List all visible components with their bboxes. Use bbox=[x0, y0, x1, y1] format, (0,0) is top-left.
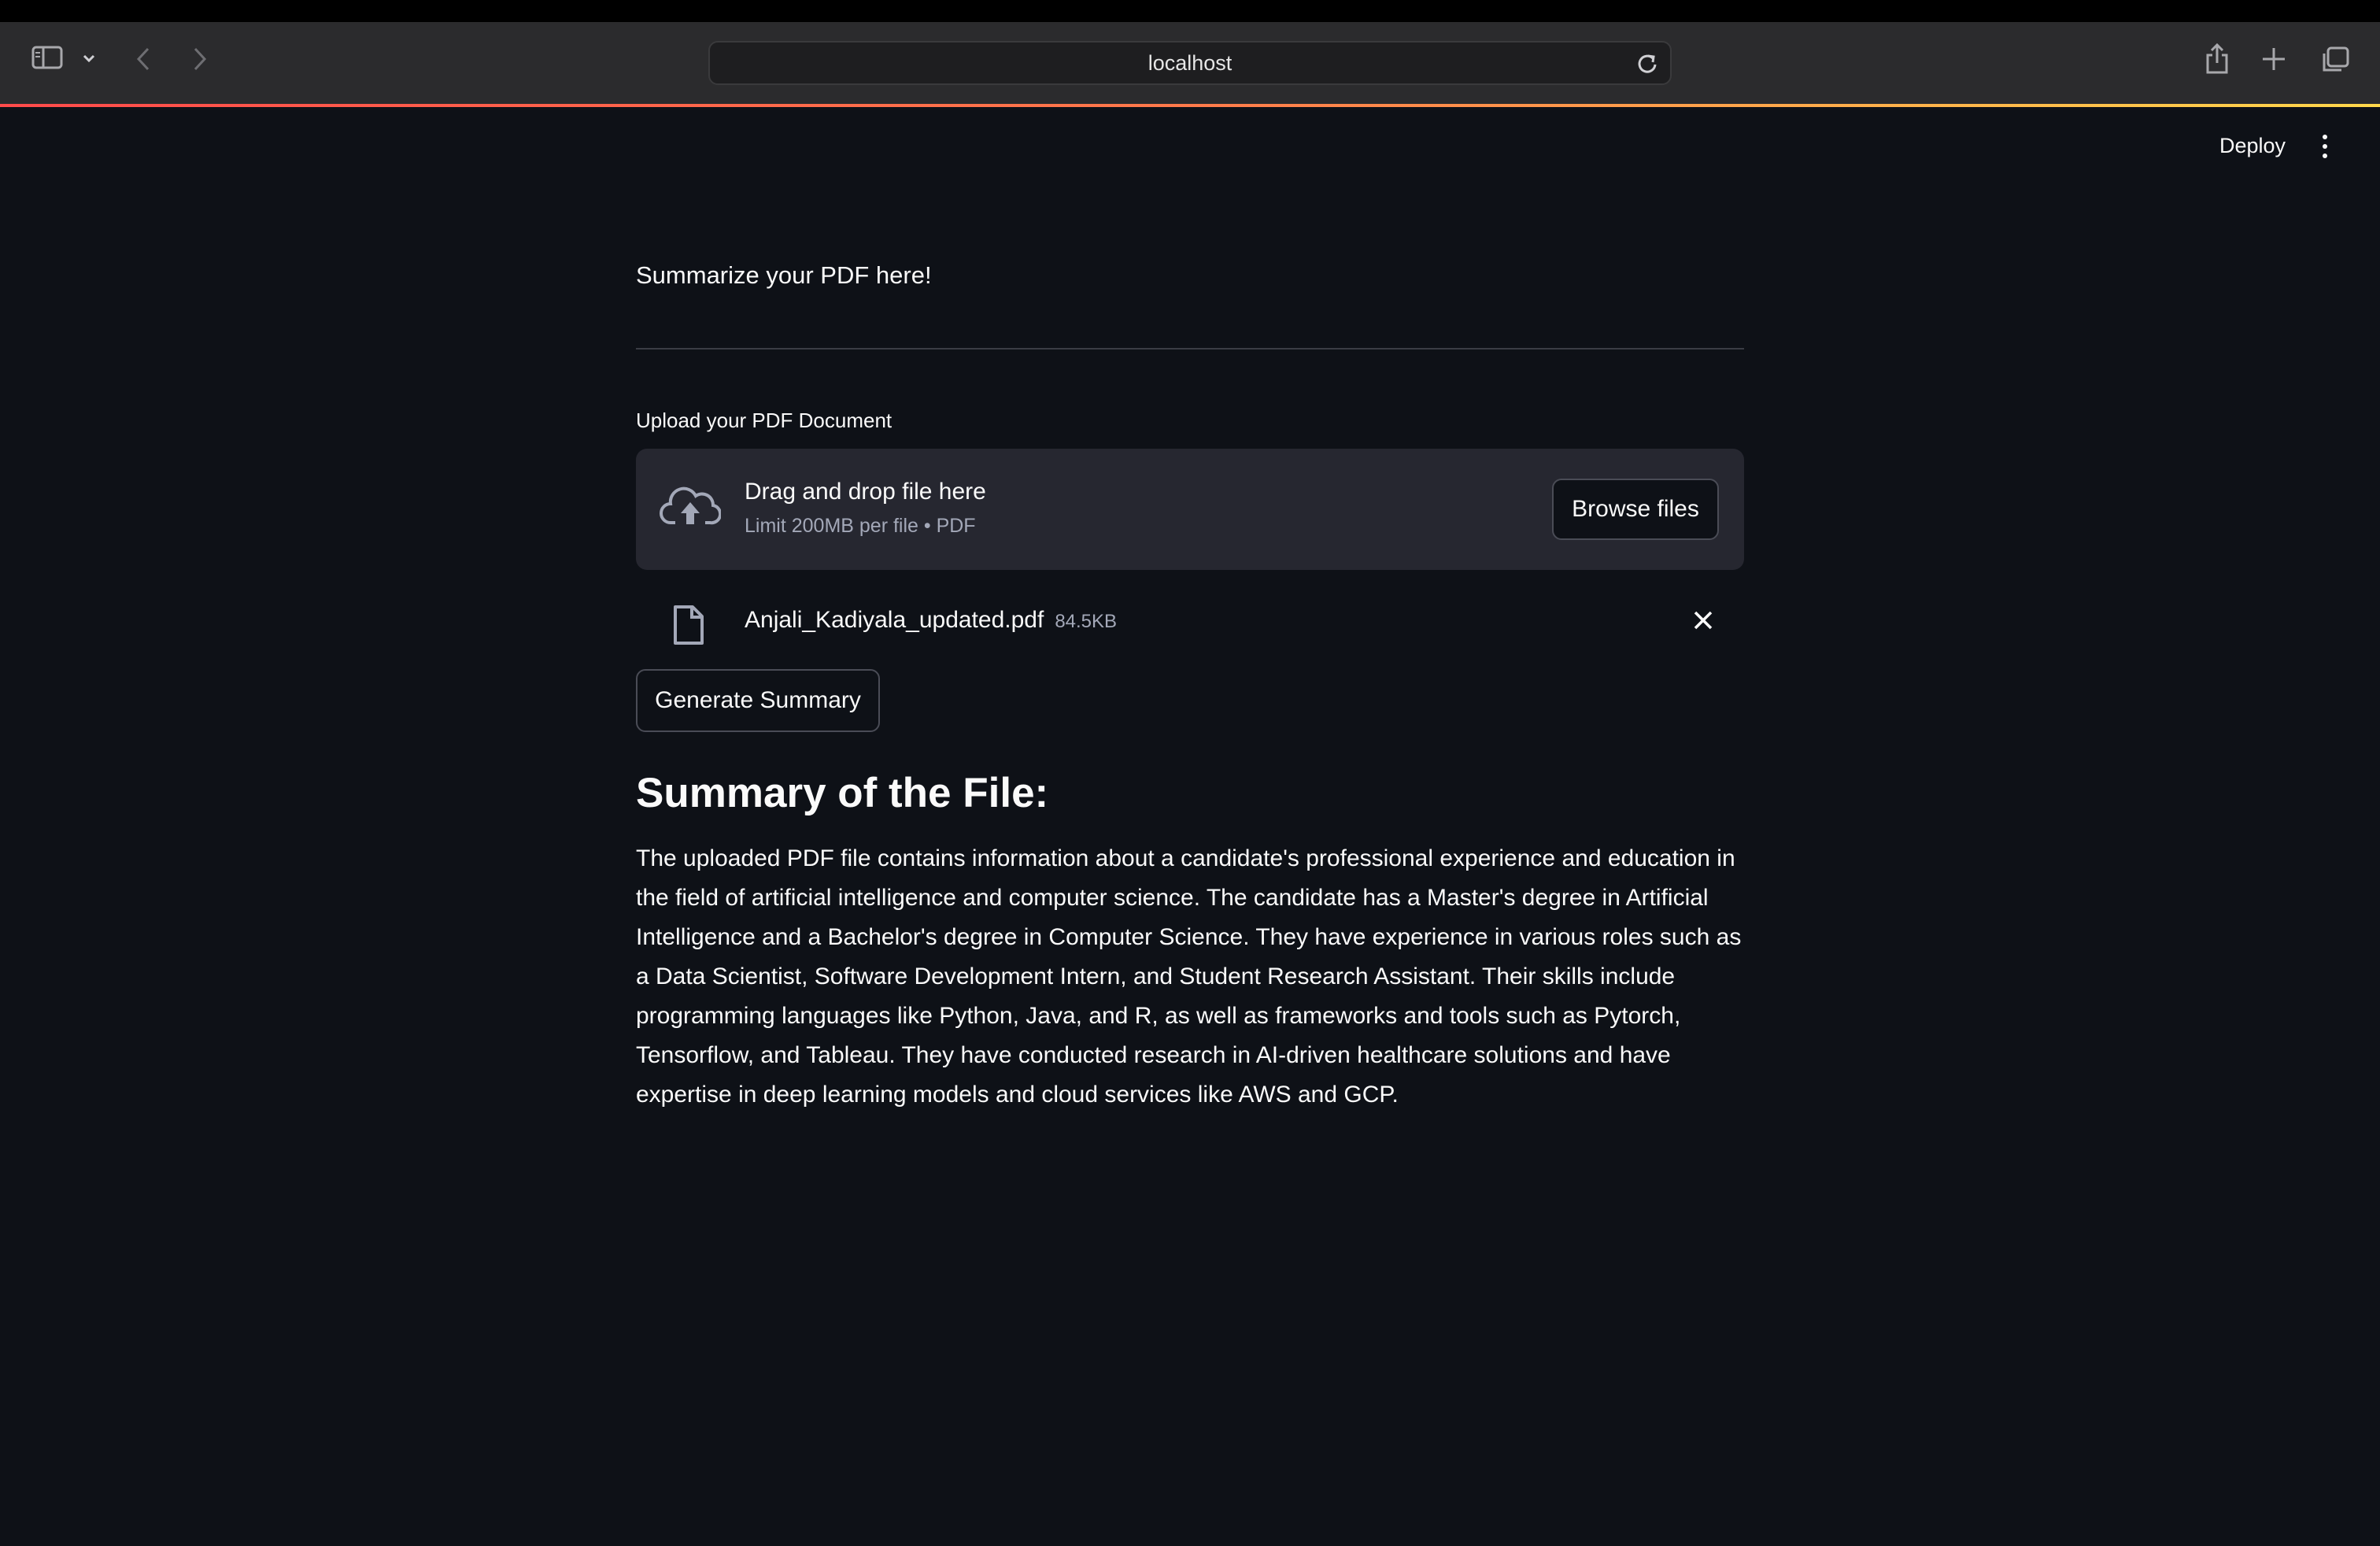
menu-bar-strip bbox=[0, 0, 2380, 22]
dropzone-limit-text: Limit 200MB per file • PDF bbox=[745, 515, 976, 537]
browse-files-button[interactable]: Browse files bbox=[1552, 479, 1719, 540]
address-bar[interactable]: localhost bbox=[708, 41, 1672, 85]
deploy-button[interactable]: Deploy bbox=[2219, 134, 2286, 158]
uploader-label: Upload your PDF Document bbox=[636, 409, 893, 432]
generate-summary-button[interactable]: Generate Summary bbox=[636, 669, 880, 732]
file-dropzone[interactable]: Drag and drop file here Limit 200MB per … bbox=[636, 449, 1744, 570]
intro-text: Summarize your PDF here! bbox=[636, 261, 932, 289]
reload-icon[interactable] bbox=[1635, 52, 1659, 81]
tab-overview-icon[interactable] bbox=[2320, 46, 2350, 74]
status-gradient-bar bbox=[0, 104, 2380, 107]
uploaded-file-row: Anjali_Kadiyala_updated.pdf 84.5KB bbox=[636, 570, 1744, 669]
main-content: Summarize your PDF here! Upload your PDF… bbox=[636, 260, 1744, 1115]
app-header: Deploy bbox=[2219, 134, 2333, 158]
address-bar-text: localhost bbox=[1148, 50, 1232, 75]
back-arrow-icon[interactable] bbox=[134, 46, 153, 72]
forward-arrow-icon[interactable] bbox=[190, 46, 209, 72]
sidebar-icon[interactable] bbox=[31, 46, 65, 69]
summary-text: The uploaded PDF file contains informati… bbox=[636, 845, 1742, 1108]
uploaded-file-name: Anjali_Kadiyala_updated.pdf bbox=[745, 607, 1044, 633]
more-vertical-icon[interactable] bbox=[2317, 134, 2333, 158]
uploaded-file-size: 84.5KB bbox=[1055, 611, 1118, 632]
dropzone-title: Drag and drop file here bbox=[745, 479, 986, 505]
chevron-down-icon[interactable] bbox=[82, 54, 96, 63]
divider bbox=[636, 348, 1744, 350]
summary-heading: Summary of the File: bbox=[636, 770, 1049, 816]
plus-icon[interactable] bbox=[2260, 46, 2287, 72]
close-icon[interactable] bbox=[1692, 609, 1714, 635]
share-icon[interactable] bbox=[2204, 43, 2230, 76]
file-icon bbox=[672, 605, 705, 649]
cloud-upload-icon bbox=[660, 483, 722, 534]
